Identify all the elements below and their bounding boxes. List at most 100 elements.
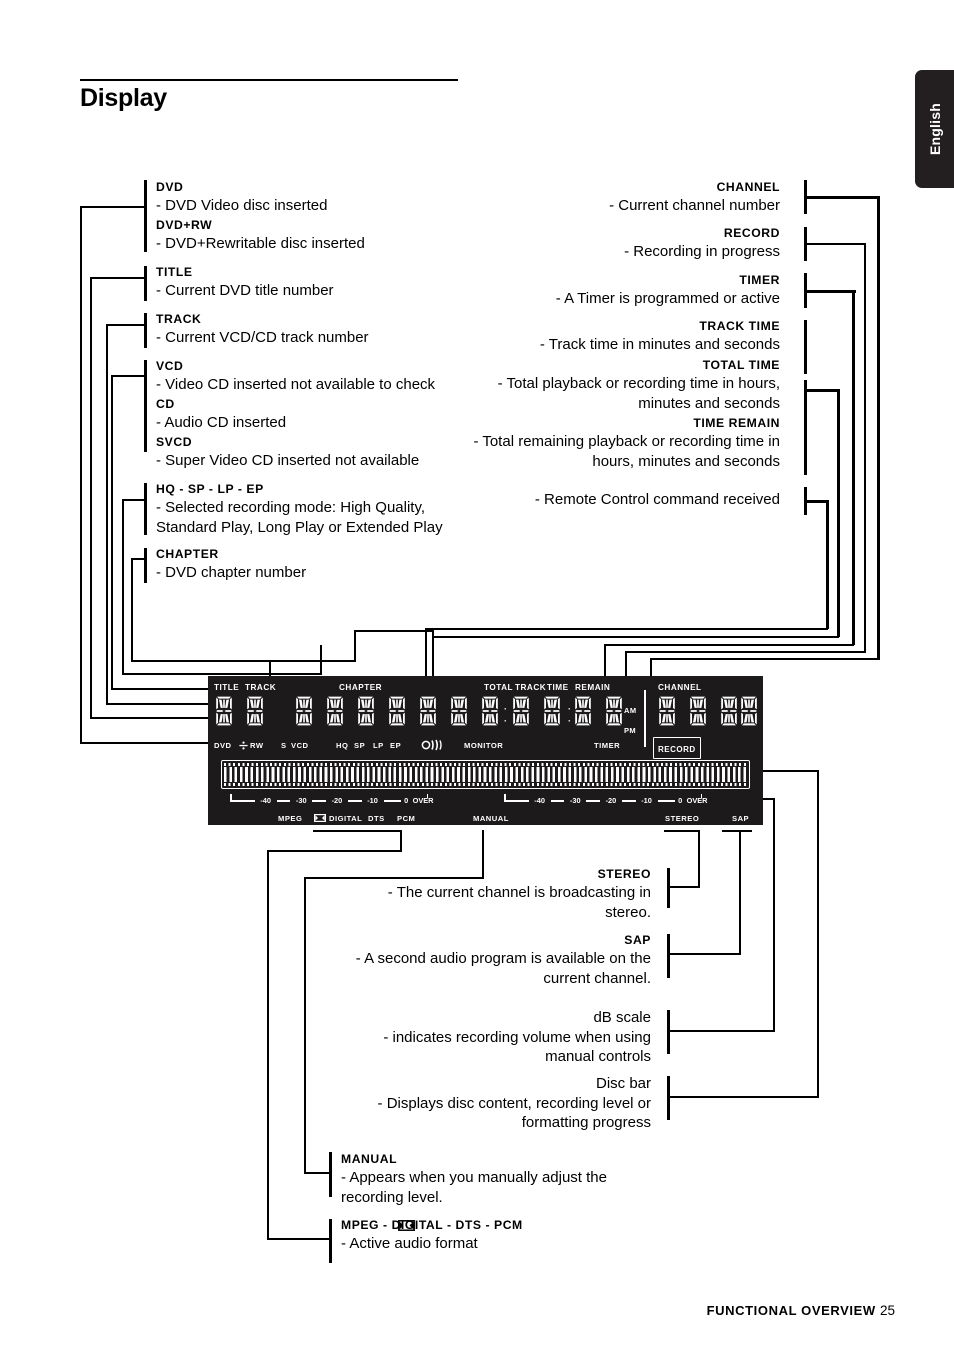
leader-chan-v2: [650, 658, 652, 676]
vfd-digit: [214, 696, 234, 726]
leader-st-v: [698, 830, 700, 888]
callout-dvd: DVD - DVD Video disc inserted: [156, 179, 456, 216]
leader-stub-stereo: [667, 868, 670, 908]
db-scale-tick-label: -20: [331, 796, 343, 805]
leader-chan-v: [877, 196, 880, 660]
callout-body: - Video CD inserted not available to che…: [156, 376, 436, 393]
vfd-label-channel: CHANNEL: [658, 683, 702, 692]
footer: FUNCTIONAL OVERVIEW 25: [707, 1303, 895, 1318]
callout-body: - Super Video CD inserted not available: [156, 452, 420, 469]
vfd-digit: [480, 696, 500, 726]
vfd-digit: [657, 696, 677, 726]
vfd-label-stereo: STEREO: [665, 814, 700, 823]
leader-man-v2: [482, 830, 484, 879]
leader-man-h2: [304, 877, 484, 879]
leader-title-v: [90, 277, 92, 718]
callout-cd: CD - Audio CD inserted: [156, 396, 456, 433]
title-rule: [80, 79, 458, 81]
callout-track: TRACK - Current VCD/CD track number: [156, 311, 456, 348]
vfd-label-hq: HQ: [336, 741, 349, 750]
leader-tt-h2: [432, 636, 839, 638]
leader-ch-h2: [131, 660, 356, 662]
callout-svcd: SVCD - Super Video CD inserted not avail…: [156, 434, 456, 471]
leader-tmr-v2: [604, 644, 606, 676]
db-scale-end-tick: [230, 794, 232, 801]
vfd-label-dts: DTS: [368, 814, 385, 823]
vfd-label-manual: MANUAL: [473, 814, 509, 823]
leader-ch-v2: [354, 630, 356, 662]
vfd-disc-bar: [221, 760, 750, 789]
vfd-label-s: S: [281, 741, 287, 750]
leader-stub-dvd: [144, 180, 147, 252]
leader-rc-v: [826, 500, 829, 629]
callout-body: - indicates recording volume when using …: [383, 1028, 651, 1066]
callout-heading: dB scale: [593, 1009, 651, 1026]
callout-heading: TIME REMAIN: [693, 416, 780, 430]
leader-stub-sap: [667, 934, 670, 978]
leader-man-h: [304, 1172, 331, 1174]
callout-body: - The current channel is broadcasting in…: [387, 884, 651, 921]
callout-heading: TOTAL TIME: [702, 358, 780, 372]
leader-tt-h: [804, 389, 840, 392]
leader-tmr-h2: [604, 644, 854, 646]
callout-body: - Total remaining playback or recording …: [473, 433, 780, 470]
leader-db-h2: [762, 798, 775, 800]
vfd-label-monitor: MONITOR: [464, 741, 504, 750]
leader-tt-v: [837, 389, 840, 637]
db-scale-left: -40 -30 -20 -10 0 OVER: [230, 794, 438, 808]
leader-mpg-v2: [400, 830, 402, 852]
leader-stub-mode: [144, 483, 147, 535]
callout-heading: SAP: [624, 933, 651, 947]
vfd-digit: [245, 696, 265, 726]
leader-mpg-h: [267, 1238, 331, 1240]
callout-body: - Audio CD inserted: [156, 414, 287, 431]
vfd-label-total: TOTAL: [484, 683, 514, 692]
leader-dvd-v: [80, 206, 82, 743]
callout-vcd: VCD - Video CD inserted not available to…: [156, 358, 461, 395]
leader-stub-chapter: [144, 548, 147, 583]
vfd-display-panel: TITLE TRACK CHAPTER TOTAL TRACK TIME REM…: [208, 676, 763, 825]
leader-rec-v: [864, 243, 866, 653]
vfd-digit: [387, 696, 407, 726]
vfd-label-digital: DIGITAL: [329, 814, 363, 823]
db-scale-tick-label: -40: [534, 796, 545, 805]
callout-body: - Current DVD title number: [156, 282, 334, 299]
dolby-icon: [398, 1220, 415, 1231]
leader-trk-v: [106, 324, 108, 704]
callout-body: - Current channel number: [609, 197, 780, 214]
db-scale-tick-label: -30: [295, 796, 307, 805]
plus-minus-icon: [239, 741, 248, 750]
leader-rc-h2: [425, 628, 828, 630]
callout-body: - Current VCD/CD track number: [156, 329, 369, 346]
leader-dvd-h2: [80, 742, 210, 744]
callout-body: - A Timer is programmed or active: [555, 290, 780, 307]
leader-stub-db: [667, 1010, 670, 1054]
leader-sap-v: [739, 830, 741, 955]
callout-body: - Recording in progress: [624, 243, 780, 260]
db-scale-tick-label: -20: [605, 796, 617, 805]
leader-sap-h: [667, 953, 741, 955]
callout-heading: TIMER: [739, 273, 780, 287]
callout-manual: MANUAL - Appears when you manually adjus…: [341, 1151, 631, 1207]
callout-heading: HQ - SP - LP - EP: [156, 482, 264, 496]
db-scale-tick-label: -40: [260, 796, 271, 805]
db-scale-end-tick: [504, 794, 506, 801]
callout-heading: VCD: [156, 359, 184, 373]
db-scale-tick-label: OVER: [686, 796, 708, 805]
callout-heading: CD: [156, 397, 175, 411]
db-scale-tick-label: -10: [367, 796, 378, 805]
leader-st-h2: [664, 830, 700, 832]
callout-body: - DVD Video disc inserted: [156, 197, 328, 214]
leader-stub-manual: [329, 1152, 332, 1197]
leader-mpg-h2: [267, 850, 402, 852]
callout-recmode: HQ - SP - LP - EP - Selected recording m…: [156, 481, 446, 537]
vfd-label-time: TIME: [547, 683, 569, 692]
callout-heading: RECORD: [723, 226, 780, 240]
vfd-digit: [688, 696, 708, 726]
db-scale-tick-label: -10: [641, 796, 652, 805]
leader-mode-v: [122, 499, 124, 675]
callout-record: RECORD - Recording in progress: [450, 225, 780, 262]
db-scale-right: -40 -30 -20 -10 0 OVER: [504, 794, 712, 808]
leader-disc-v: [817, 770, 819, 1098]
callout-heading: MPEG - DIGITAL - DTS - PCM: [341, 1218, 523, 1232]
